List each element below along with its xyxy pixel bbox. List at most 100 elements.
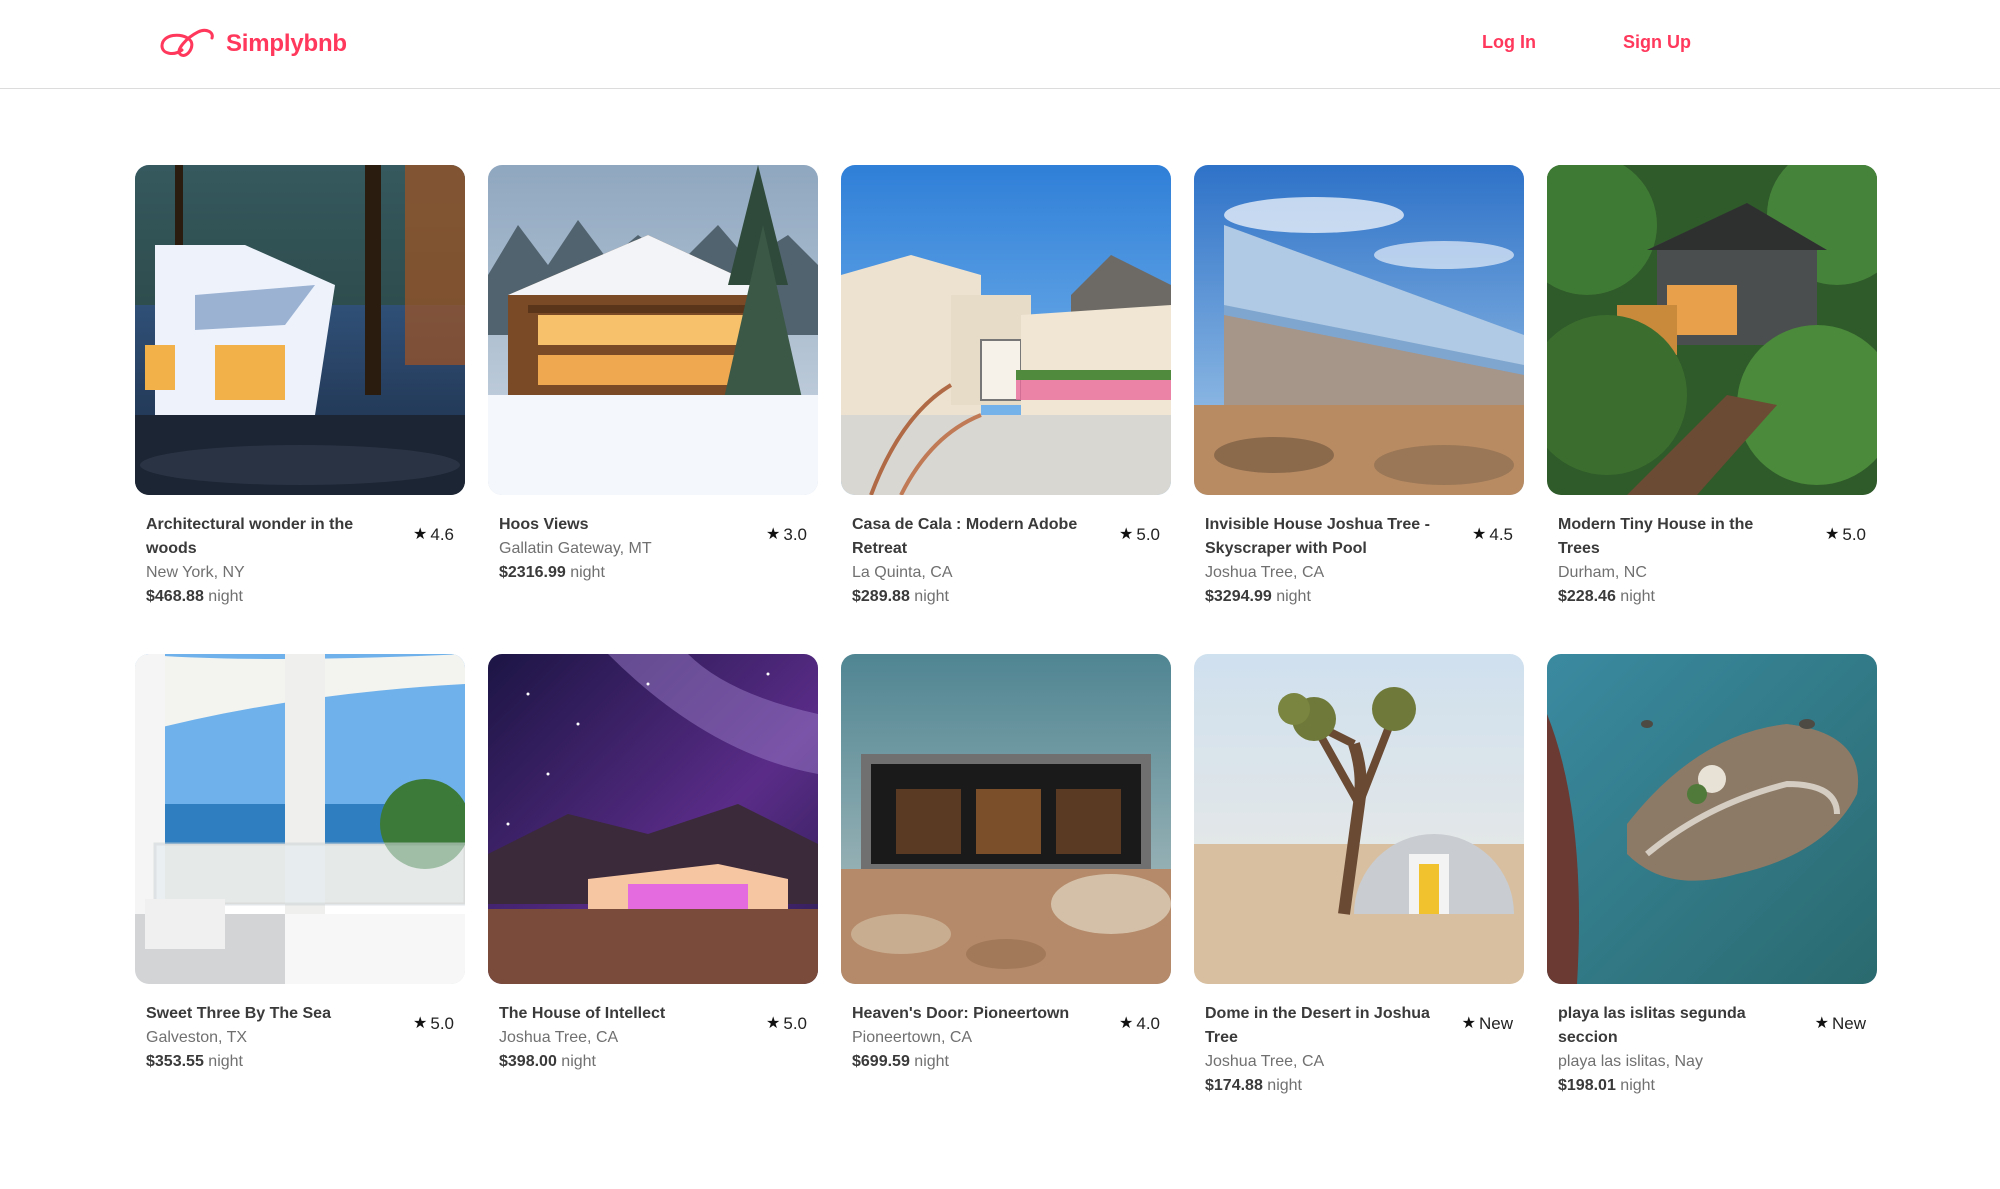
listing-title: playa las islitas segunda seccion [1558, 1005, 1746, 1046]
star-icon: ★ [1119, 526, 1134, 543]
listing-card[interactable]: Casa de Cala : Modern Adobe Retreat La Q… [841, 165, 1171, 609]
star-icon: ★ [1461, 1015, 1476, 1032]
listing-title: Hoos Views [499, 516, 589, 533]
rating-value: 3.0 [783, 525, 807, 544]
listing-location: Joshua Tree, CA [1205, 564, 1325, 581]
listing-title: Sweet Three By The Sea [146, 1005, 331, 1022]
rating-value: New [1478, 1014, 1513, 1033]
star-icon: ★ [1472, 526, 1487, 543]
listing-price-row: $198.01 night [1558, 1074, 1866, 1098]
modern-house-woods-photo [135, 165, 465, 495]
listing-card[interactable]: The House of Intellect Joshua Tree, CA $… [488, 654, 818, 1074]
adobe-retreat-photo [841, 165, 1171, 495]
listing-info: playa las islitas segunda seccion playa … [1547, 1002, 1877, 1098]
desert-cabin-photo [841, 654, 1171, 984]
listing-rating: ★ 5.0 [1825, 523, 1866, 547]
island-aerial-photo [1547, 654, 1877, 984]
listing-location: Joshua Tree, CA [499, 1029, 619, 1046]
listing-photo[interactable] [841, 654, 1171, 984]
price-unit: night [208, 1053, 243, 1070]
listing-title: Architectural wonder in the woods [146, 516, 354, 557]
listing-card[interactable]: Modern Tiny House in the Trees Durham, N… [1547, 165, 1877, 609]
rating-value: 4.6 [430, 525, 454, 544]
top-nav-bar: Simplybnb Log In Sign Up [0, 0, 2000, 89]
price-unit: night [561, 1053, 596, 1070]
listing-title: Heaven's Door: Pioneertown [852, 1005, 1070, 1022]
listing-price-row: $699.59 night [852, 1050, 1160, 1074]
rating-value: 5.0 [430, 1014, 454, 1033]
price-unit: night [1620, 1077, 1655, 1094]
listing-photo[interactable] [488, 654, 818, 984]
listing-title: Casa de Cala : Modern Adobe Retreat [852, 516, 1078, 557]
listing-rating: ★ 5.0 [766, 1012, 807, 1036]
star-icon: ★ [766, 526, 781, 543]
listing-photo[interactable] [1194, 654, 1524, 984]
signup-link[interactable]: Sign Up [1623, 32, 1691, 53]
listing-info: Modern Tiny House in the Trees Durham, N… [1547, 513, 1877, 609]
brand-logo[interactable]: Simplybnb [156, 24, 347, 64]
listing-price-row: $3294.99 night [1205, 585, 1513, 609]
listing-card[interactable]: Dome in the Desert in Joshua Tree Joshua… [1194, 654, 1524, 1098]
listing-price-row: $228.46 night [1558, 585, 1866, 609]
star-icon: ★ [1825, 526, 1840, 543]
tiny-house-trees-photo [1547, 165, 1877, 495]
listing-price-row: $2316.99 night [499, 561, 807, 585]
listing-location: Pioneertown, CA [852, 1029, 973, 1046]
rating-value: 4.5 [1489, 525, 1513, 544]
login-link[interactable]: Log In [1482, 32, 1536, 53]
listing-price: $174.88 [1205, 1077, 1263, 1094]
listing-rating: ★ 4.6 [413, 523, 454, 547]
listing-rating: ★ 3.0 [766, 523, 807, 547]
beach-balcony-photo [135, 654, 465, 984]
mirror-house-photo [1194, 165, 1524, 495]
listing-location: New York, NY [146, 564, 245, 581]
listing-rating: ★ 4.5 [1472, 523, 1513, 547]
listing-price-row: $174.88 night [1205, 1074, 1513, 1098]
listing-card[interactable]: Architectural wonder in the woods New Yo… [135, 165, 465, 609]
listing-info: Hoos Views Gallatin Gateway, MT $2316.99… [488, 513, 818, 585]
listing-price-row: $289.88 night [852, 585, 1160, 609]
price-unit: night [914, 1053, 949, 1070]
star-icon: ★ [413, 1015, 428, 1032]
listing-price-row: $398.00 night [499, 1050, 807, 1074]
price-unit: night [208, 588, 243, 605]
rating-value: 5.0 [783, 1014, 807, 1033]
listing-info: Sweet Three By The Sea Galveston, TX $35… [135, 1002, 465, 1074]
listing-rating: ★ 4.0 [1119, 1012, 1160, 1036]
listing-title: The House of Intellect [499, 1005, 666, 1022]
listing-photo[interactable] [135, 654, 465, 984]
listing-photo[interactable] [1547, 165, 1877, 495]
listing-info: Dome in the Desert in Joshua Tree Joshua… [1194, 1002, 1524, 1098]
listing-location: La Quinta, CA [852, 564, 953, 581]
listing-location: Joshua Tree, CA [1205, 1053, 1325, 1070]
listing-price: $398.00 [499, 1053, 557, 1070]
listing-price: $3294.99 [1205, 588, 1272, 605]
desert-dome-photo [1194, 654, 1524, 984]
listing-photo[interactable] [841, 165, 1171, 495]
listing-card[interactable]: Hoos Views Gallatin Gateway, MT $2316.99… [488, 165, 818, 585]
star-icon: ★ [766, 1015, 781, 1032]
listing-info: Heaven's Door: Pioneertown Pioneertown, … [841, 1002, 1171, 1074]
rating-value: 5.0 [1136, 525, 1160, 544]
listing-card[interactable]: Sweet Three By The Sea Galveston, TX $35… [135, 654, 465, 1074]
listing-price: $198.01 [1558, 1077, 1616, 1094]
listing-price: $289.88 [852, 588, 910, 605]
listing-card[interactable]: Invisible House Joshua Tree - Skyscraper… [1194, 165, 1524, 609]
listing-photo[interactable] [1194, 165, 1524, 495]
listing-title: Modern Tiny House in the Trees [1558, 516, 1754, 557]
listing-photo[interactable] [488, 165, 818, 495]
star-icon: ★ [1119, 1015, 1134, 1032]
listing-card[interactable]: Heaven's Door: Pioneertown Pioneertown, … [841, 654, 1171, 1074]
listing-price-row: $353.55 night [146, 1050, 454, 1074]
listing-rating: ★ 5.0 [1119, 523, 1160, 547]
listing-card[interactable]: playa las islitas segunda seccion playa … [1547, 654, 1877, 1098]
listing-photo[interactable] [1547, 654, 1877, 984]
listing-location: Galveston, TX [146, 1029, 248, 1046]
night-sky-house-photo [488, 654, 818, 984]
listing-rating: ★ 5.0 [413, 1012, 454, 1036]
listing-rating: ★ New [1462, 1012, 1513, 1036]
listing-price: $353.55 [146, 1053, 204, 1070]
price-unit: night [1276, 588, 1311, 605]
listing-photo[interactable] [135, 165, 465, 495]
snow-lodge-photo [488, 165, 818, 495]
